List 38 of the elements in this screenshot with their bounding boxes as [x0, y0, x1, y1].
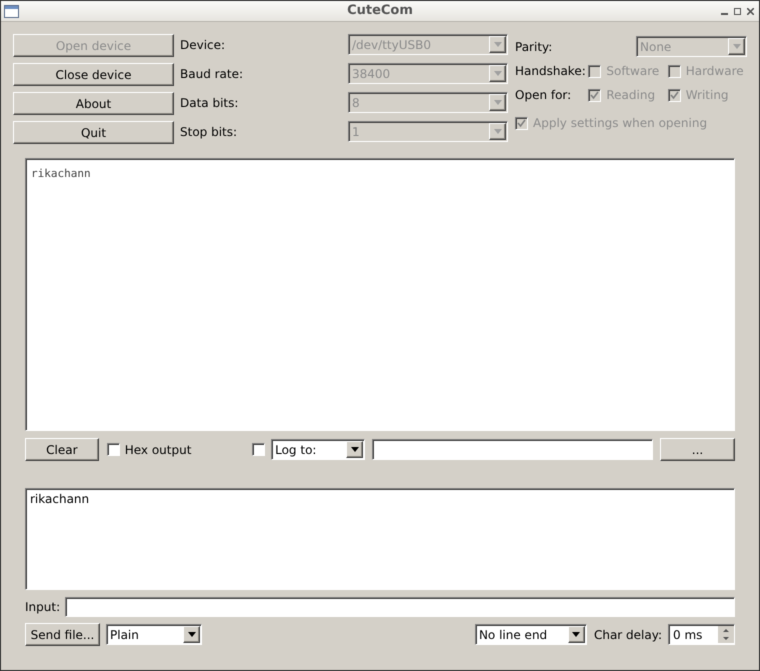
window-title: CuteCom: [347, 2, 413, 20]
output-text-area[interactable]: rikachann: [25, 158, 735, 431]
line-end-dropdown[interactable]: No line end: [474, 624, 587, 645]
push-button[interactable]: Clear: [25, 438, 99, 461]
checkbox-label: Writing: [686, 87, 729, 104]
checkbox-label: Apply settings when opening: [533, 115, 708, 132]
window-icon: [4, 4, 19, 18]
char-delay-spinbox[interactable]: 0 ms: [668, 624, 735, 645]
output-text: rikachann: [31, 167, 91, 180]
format-dropdown[interactable]: Plain: [106, 624, 202, 645]
spin-arrows-icon[interactable]: [718, 626, 734, 643]
push-button[interactable]: Quit: [13, 121, 174, 144]
input-field[interactable]: [65, 597, 735, 617]
setting-label: Device:: [180, 36, 226, 54]
push-button[interactable]: Send file...: [25, 623, 100, 646]
checkbox-label: Hex output: [124, 442, 192, 458]
input-label: Input:: [25, 599, 60, 616]
char-delay-label: Char delay:: [594, 626, 662, 644]
input-history-text: rikachann: [30, 492, 90, 506]
checkbox[interactable]: [252, 443, 266, 456]
checkbox-label: Software: [606, 63, 660, 80]
log-mode-dropdown[interactable]: Log to:: [271, 439, 366, 460]
push-button[interactable]: About: [13, 92, 174, 115]
setting-label: Stop bits:: [180, 124, 238, 140]
close-icon[interactable]: [747, 8, 754, 14]
setting-label: Handshake:: [515, 63, 587, 80]
checkbox-label: Hardware: [686, 63, 744, 80]
log-file-field[interactable]: [372, 439, 653, 460]
input-history-area[interactable]: rikachann: [25, 488, 735, 590]
setting-label: Baud rate:: [180, 66, 244, 82]
setting-label: Parity:: [515, 38, 554, 56]
checkbox-label: Reading: [606, 87, 656, 104]
push-button[interactable]: ...: [660, 438, 735, 461]
maximize-icon[interactable]: [734, 8, 741, 14]
setting-label: Open for:: [515, 87, 572, 104]
checkbox[interactable]: [106, 443, 120, 456]
push-button[interactable]: Close device: [13, 63, 174, 86]
setting-label: Data bits:: [180, 94, 240, 112]
